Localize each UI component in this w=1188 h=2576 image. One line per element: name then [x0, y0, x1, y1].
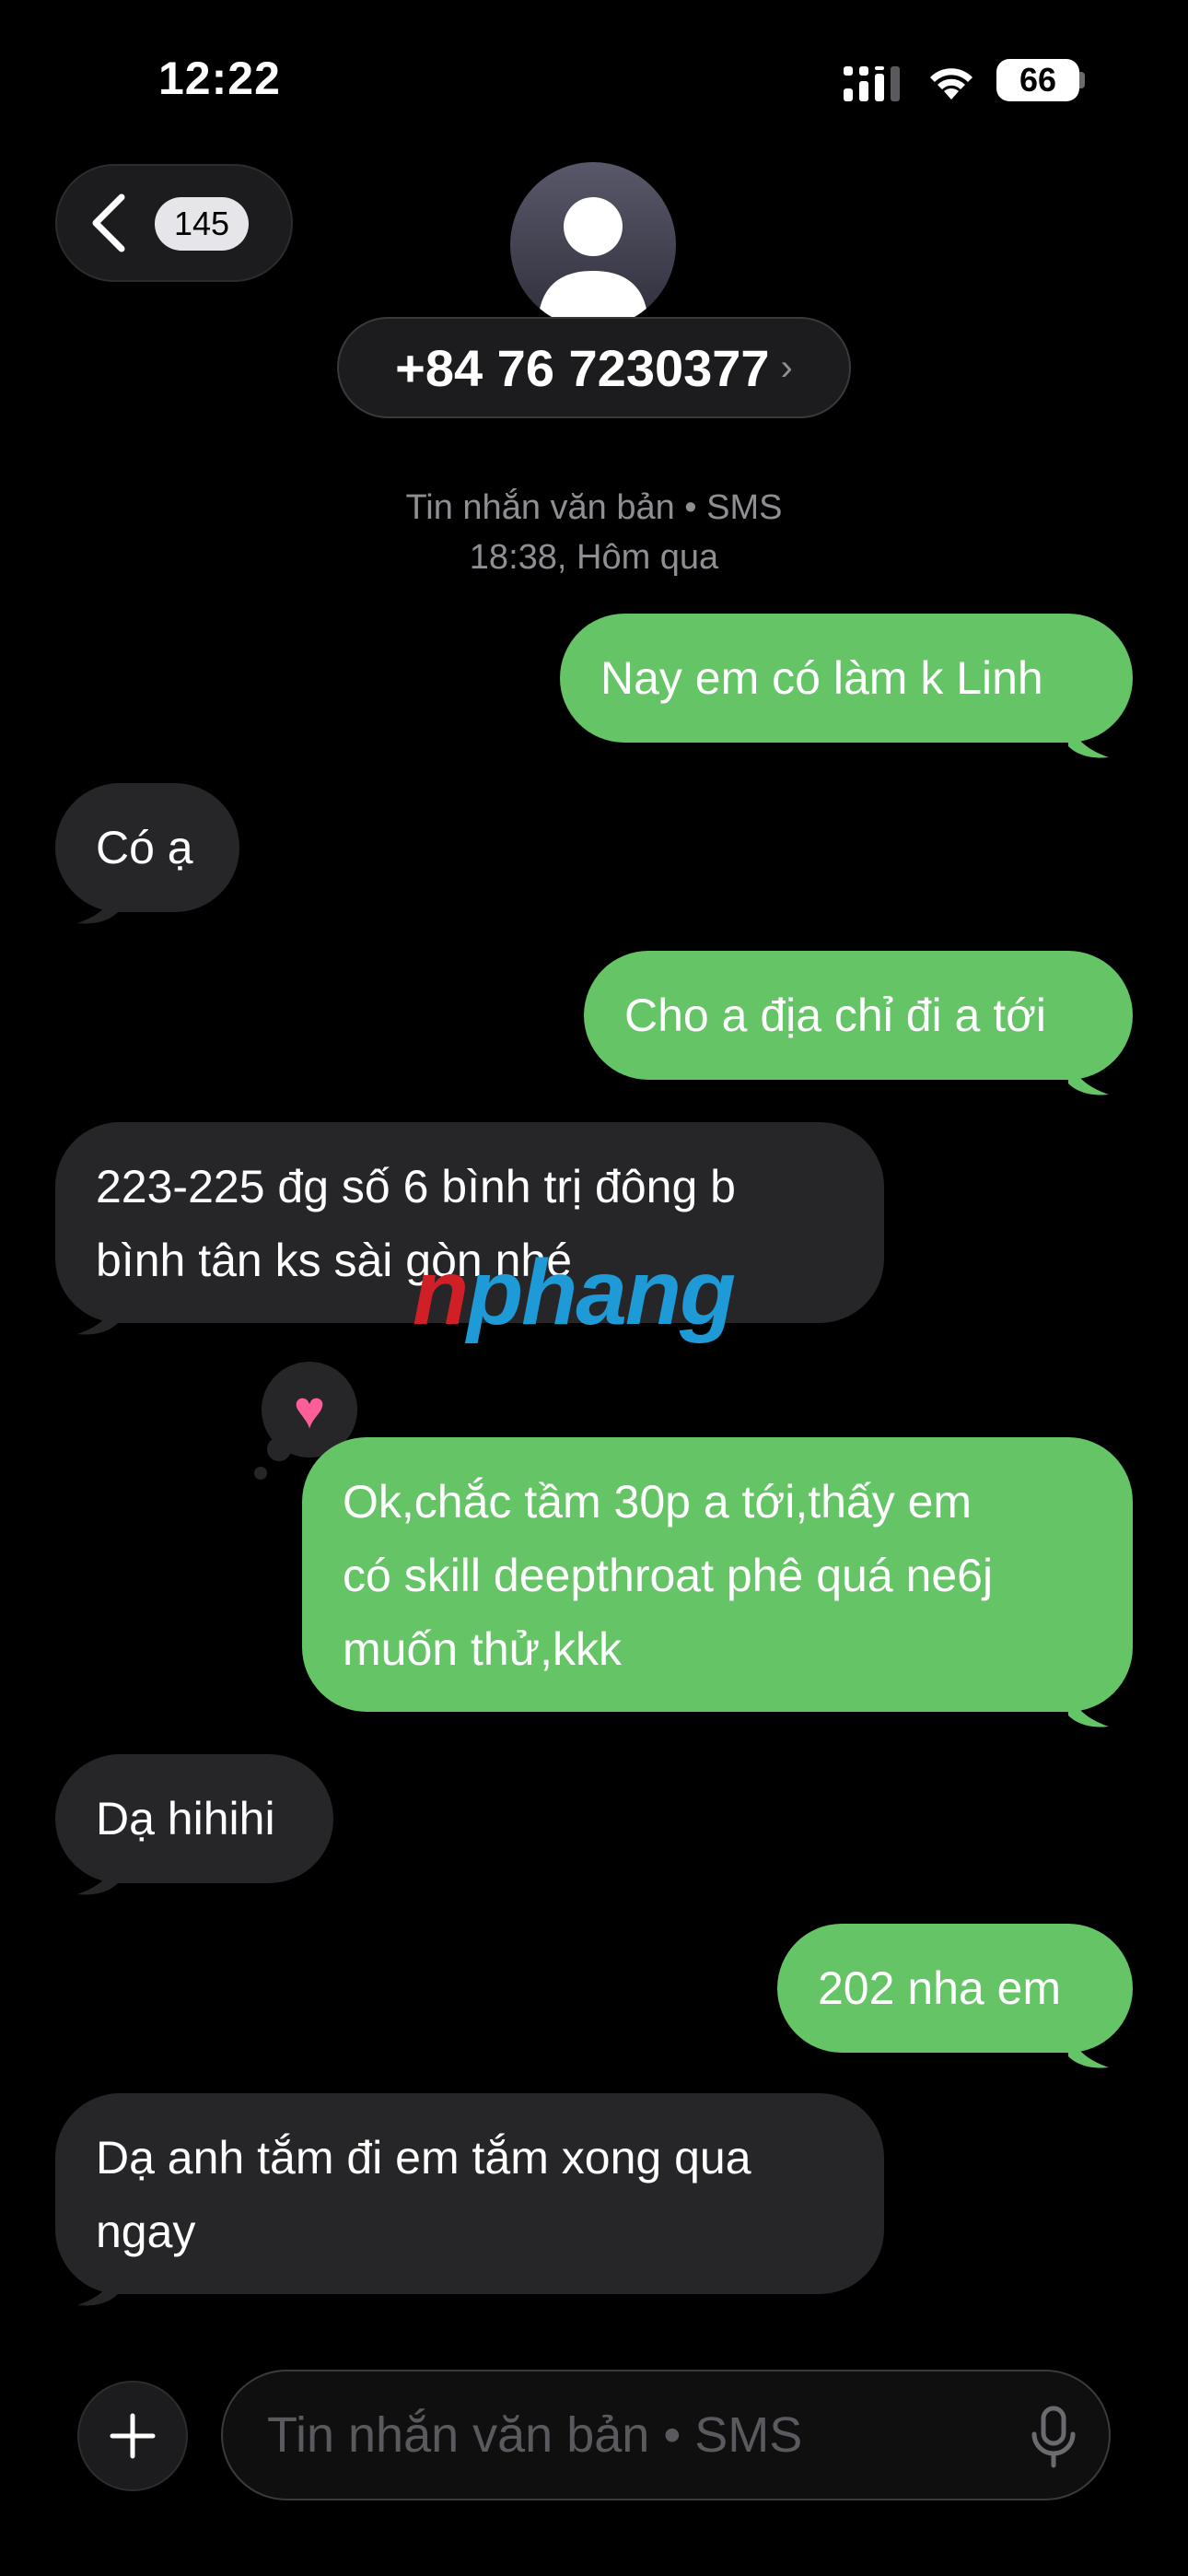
- bubble-tail: [1068, 724, 1109, 758]
- contact-name: +84 76 7230377: [395, 338, 770, 397]
- message-bubble-outgoing[interactable]: 202 nha em: [777, 1924, 1133, 2053]
- person-icon: [538, 197, 648, 328]
- cellular-signal-icon: [844, 66, 900, 101]
- thread-service-label: Tin nhắn văn bản • SMS: [405, 488, 783, 527]
- reaction-glyph: ♥: [293, 1379, 326, 1440]
- thread-timestamp: 18:38, Hôm qua: [469, 538, 719, 577]
- message-bubble-outgoing[interactable]: Nay em có làm k Linh: [560, 614, 1133, 743]
- contact-avatar[interactable]: [510, 162, 676, 328]
- message-text-line: 223-225 đg số 6 bình trị đông b: [96, 1161, 736, 1212]
- message-text-line: Ok,chắc tầm 30p a tới,thấy em: [343, 1476, 973, 1528]
- microphone-icon[interactable]: [1028, 2405, 1079, 2469]
- message-bubble-outgoing[interactable]: Cho a địa chỉ đi a tới: [584, 951, 1133, 1080]
- bubble-tail: [77, 2272, 118, 2306]
- status-time: 12:22: [158, 53, 281, 104]
- contact-name-button[interactable]: +84 76 7230377 ›: [337, 317, 851, 418]
- message-bubble-incoming[interactable]: Dạ anh tắm đi em tắm xong qua ngay: [55, 2093, 884, 2294]
- reaction-bubble-dot: [254, 1467, 267, 1480]
- unread-count-badge[interactable]: 145: [155, 197, 249, 251]
- watermark-part: phang: [467, 1241, 736, 1344]
- message-text-line: có skill deepthroat phê quá ne6j: [343, 1550, 994, 1601]
- battery-indicator: 66: [996, 59, 1079, 101]
- message-text-line: ngay: [96, 2206, 196, 2257]
- watermark-logo: nphang: [413, 1240, 736, 1346]
- bubble-tail: [77, 890, 118, 924]
- plus-icon: [110, 2413, 156, 2459]
- chevron-left-icon[interactable]: [88, 193, 129, 252]
- bubble-tail: [1068, 1693, 1109, 1727]
- bubble-tail: [1068, 1061, 1109, 1095]
- watermark-part: n: [413, 1241, 469, 1344]
- add-attachment-button[interactable]: [77, 2381, 188, 2491]
- message-bubble-outgoing[interactable]: Ok,chắc tầm 30p a tới,thấy em có skill d…: [302, 1437, 1133, 1712]
- message-text: 202 nha em: [818, 1962, 1062, 2014]
- bubble-tail: [1068, 2034, 1109, 2068]
- message-text-line: Dạ anh tắm đi em tắm xong qua: [96, 2132, 751, 2184]
- battery-cap: [1079, 72, 1085, 88]
- message-text: Dạ hihihi: [96, 1793, 275, 1844]
- message-text: Cho a địa chỉ đi a tới: [624, 989, 1047, 1041]
- wifi-icon: [930, 68, 973, 100]
- message-text: Nay em có làm k Linh: [600, 652, 1043, 704]
- message-input-placeholder: Tin nhắn văn bản • SMS: [267, 2407, 803, 2463]
- chevron-right-icon: ›: [780, 346, 793, 388]
- bubble-tail: [77, 1301, 118, 1335]
- bubble-tail: [77, 1861, 118, 1895]
- message-text: Có ạ: [96, 822, 193, 873]
- message-text-line: muốn thử,kkk: [343, 1623, 623, 1675]
